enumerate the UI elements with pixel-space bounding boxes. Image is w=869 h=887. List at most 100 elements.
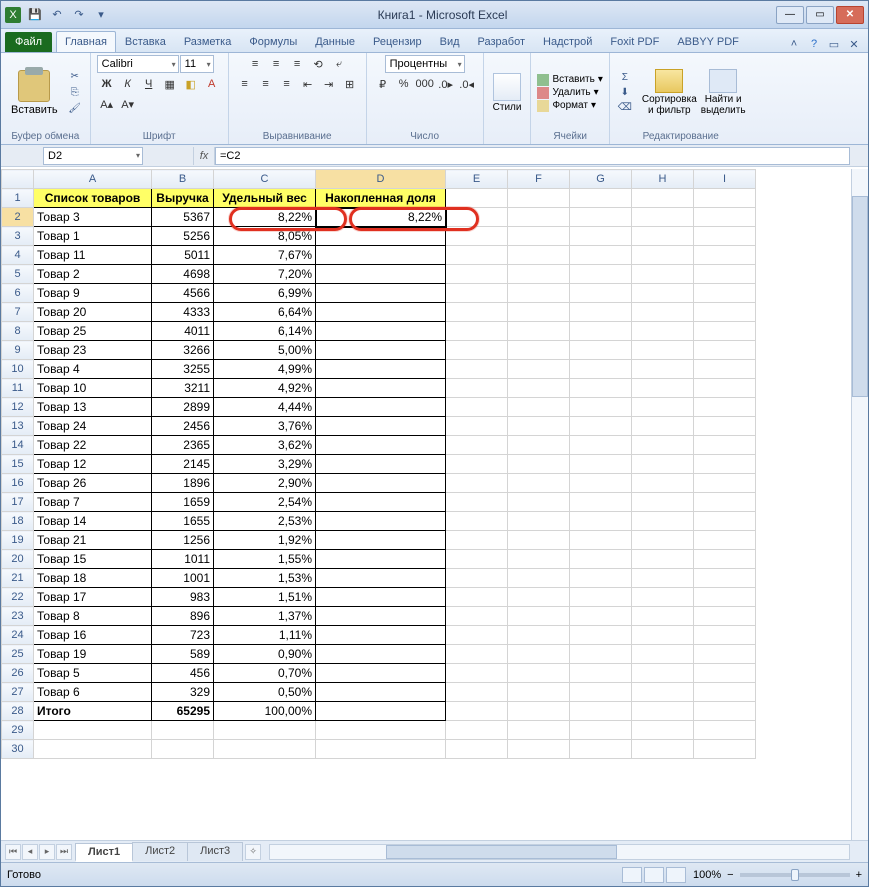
zoom-in-icon[interactable]: + [856,869,862,881]
cell[interactable]: 7,20% [214,265,316,284]
cell[interactable]: Товар 24 [34,417,152,436]
cell[interactable] [316,721,446,740]
cell[interactable] [446,208,508,227]
cell[interactable] [446,607,508,626]
cell[interactable] [316,227,446,246]
cell[interactable] [632,512,694,531]
number-format-combo[interactable]: Процентны [385,55,465,73]
col-header-C[interactable]: C [214,170,316,189]
minimize-ribbon-icon[interactable]: ˄ [786,36,802,52]
cell[interactable]: 6,14% [214,322,316,341]
cell[interactable] [570,322,632,341]
cell[interactable] [316,265,446,284]
cell[interactable] [632,531,694,550]
cell[interactable] [570,398,632,417]
cell[interactable]: Товар 26 [34,474,152,493]
cell[interactable]: 3266 [152,341,214,360]
cell[interactable] [508,379,570,398]
cell[interactable] [694,417,756,436]
cell[interactable]: 1256 [152,531,214,550]
cell[interactable] [694,379,756,398]
cell[interactable]: 456 [152,664,214,683]
cell[interactable] [694,246,756,265]
cell[interactable] [316,683,446,702]
cell[interactable]: 2,53% [214,512,316,531]
cell[interactable] [508,227,570,246]
cell[interactable]: 4,92% [214,379,316,398]
cell[interactable] [694,360,756,379]
cell[interactable] [570,379,632,398]
row-header[interactable]: 12 [2,398,34,417]
cell[interactable] [570,626,632,645]
cell[interactable]: 4698 [152,265,214,284]
cell[interactable]: Товар 14 [34,512,152,531]
tab-nav-first-icon[interactable]: ⏮ [5,844,21,860]
cell[interactable] [508,265,570,284]
tab-file[interactable]: Файл [5,32,52,52]
col-header-G[interactable]: G [570,170,632,189]
new-sheet-icon[interactable]: ✧ [245,844,261,860]
row-header[interactable]: 22 [2,588,34,607]
cell[interactable]: 65295 [152,702,214,721]
cell[interactable] [446,550,508,569]
cell[interactable] [570,607,632,626]
horizontal-scrollbar[interactable] [269,844,850,860]
cell[interactable] [694,227,756,246]
row-header[interactable]: 3 [2,227,34,246]
cell[interactable] [570,740,632,759]
cell[interactable] [694,740,756,759]
tab-разработ[interactable]: Разработ [469,31,534,52]
cell[interactable]: 3,76% [214,417,316,436]
cell[interactable] [632,398,694,417]
col-header-A[interactable]: A [34,170,152,189]
cell[interactable] [632,588,694,607]
cell[interactable] [508,588,570,607]
cell[interactable]: 4011 [152,322,214,341]
cell[interactable] [632,360,694,379]
cell[interactable] [694,550,756,569]
tab-abbyy pdf[interactable]: ABBYY PDF [668,31,748,52]
font-color-button[interactable]: A [202,75,222,93]
cell[interactable] [316,360,446,379]
qat-dropdown-icon[interactable]: ▾ [93,7,109,23]
cell[interactable] [694,702,756,721]
cell[interactable] [446,645,508,664]
insert-cells-button[interactable]: Вставить ▾ [537,74,602,86]
currency-icon[interactable]: ₽ [373,75,393,93]
cell[interactable] [694,664,756,683]
cell[interactable] [570,569,632,588]
cell[interactable]: 3,62% [214,436,316,455]
cell[interactable] [694,455,756,474]
cell[interactable] [446,531,508,550]
cell[interactable] [508,436,570,455]
name-box[interactable]: D2 [43,147,143,165]
cut-icon[interactable]: ✂ [66,70,84,84]
cell[interactable] [570,284,632,303]
cell[interactable]: 896 [152,607,214,626]
cell[interactable] [316,664,446,683]
sheet-tab[interactable]: Лист1 [75,843,133,862]
cell[interactable] [632,721,694,740]
cell[interactable] [694,265,756,284]
cell[interactable] [508,474,570,493]
cell[interactable] [694,512,756,531]
decrease-font-icon[interactable]: A▾ [118,95,138,113]
row-header[interactable]: 28 [2,702,34,721]
cell[interactable] [316,569,446,588]
col-header-B[interactable]: B [152,170,214,189]
cell[interactable]: 1659 [152,493,214,512]
row-header[interactable]: 1 [2,189,34,208]
cell[interactable] [570,189,632,208]
orientation-icon[interactable]: ⟲ [308,55,328,73]
row-header[interactable]: 15 [2,455,34,474]
row-header[interactable]: 20 [2,550,34,569]
cell[interactable]: Товар 23 [34,341,152,360]
cell[interactable]: Товар 13 [34,398,152,417]
cell[interactable] [632,341,694,360]
col-header-I[interactable]: I [694,170,756,189]
cell[interactable] [508,398,570,417]
wrap-text-icon[interactable]: ⤶ [329,55,349,73]
font-size-combo[interactable]: 11 [180,55,214,73]
cell[interactable] [316,550,446,569]
cell[interactable] [570,208,632,227]
